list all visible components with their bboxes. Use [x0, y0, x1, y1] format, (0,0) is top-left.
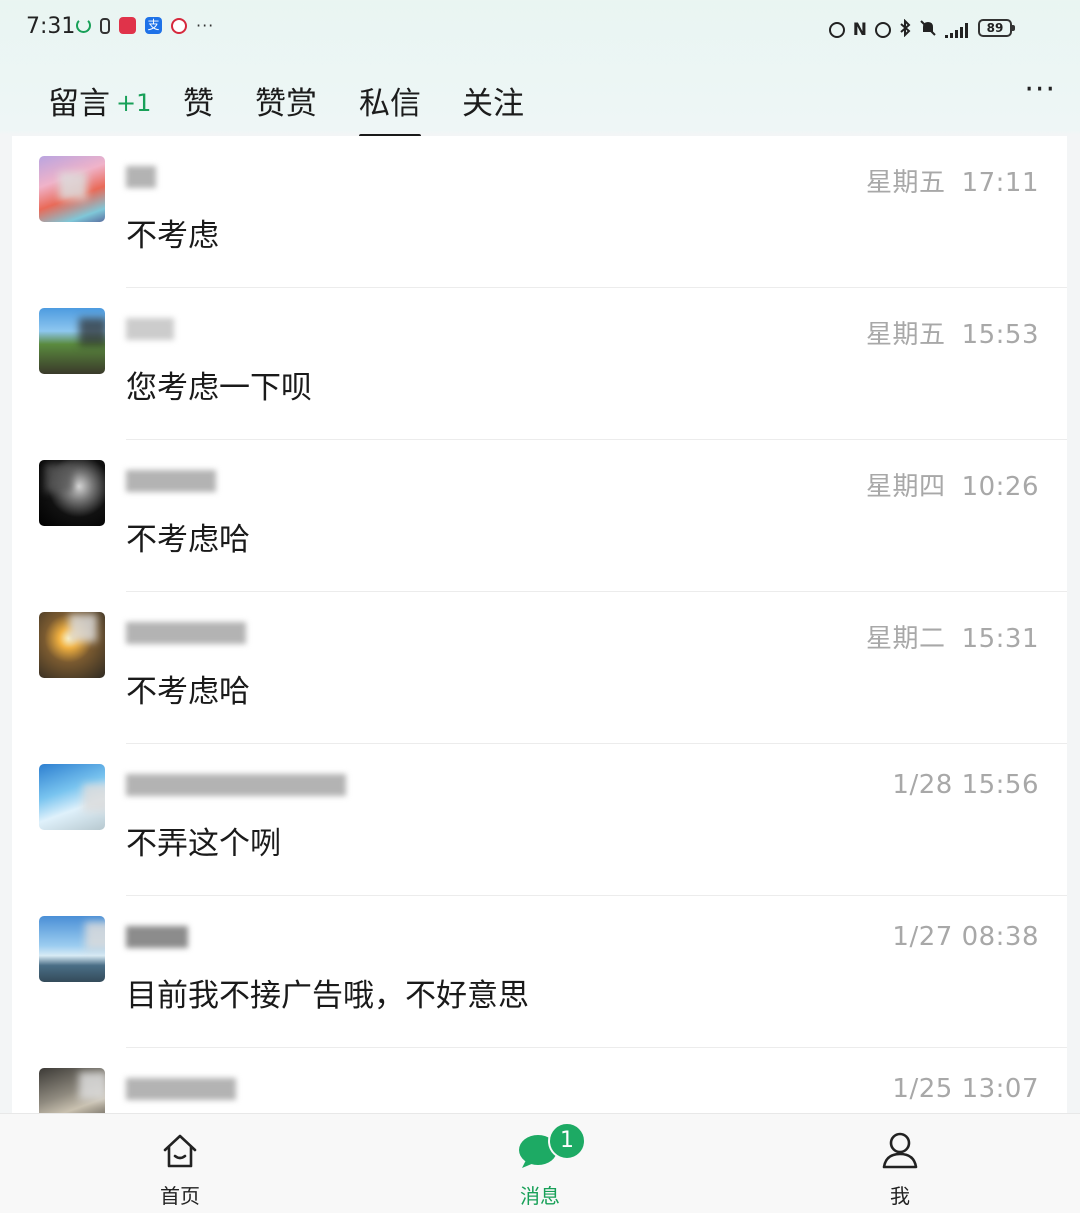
- tab-comments[interactable]: 留言 +1: [48, 78, 151, 123]
- conversation-row[interactable]: 星期五 17:11 不考虑: [12, 136, 1067, 288]
- alipay-icon: 支: [145, 17, 162, 34]
- avatar[interactable]: [39, 460, 105, 526]
- recycle-icon: [76, 18, 91, 33]
- conversation-row[interactable]: 1/25 13:07: [12, 1048, 1067, 1113]
- status-time: 7:31: [26, 14, 76, 39]
- conversation-list: 星期五 17:11 不考虑 星期五 15:53 您考虑一下呗 星期四 10:26 不考…: [12, 136, 1067, 1113]
- bottom-navigation: 首页 1 消息 我: [0, 1113, 1080, 1213]
- sender-name-blurred: [126, 1074, 236, 1104]
- conversation-row[interactable]: 1/27 08:38 目前我不接广告哦，不好意思: [12, 896, 1067, 1048]
- notification-icons: 支 ···: [76, 16, 214, 35]
- capsule-icon: [100, 17, 110, 34]
- battery-icon: 89: [978, 19, 1015, 37]
- mute-icon: [919, 19, 937, 41]
- sender-name-blurred: [126, 770, 346, 800]
- message-preview: 不考虑哈: [126, 522, 250, 558]
- avatar[interactable]: [39, 916, 105, 982]
- nfc-alt-icon: [828, 22, 845, 38]
- nav-messages[interactable]: 1 消息: [470, 1114, 610, 1213]
- conversation-row[interactable]: 星期五 15:53 您考虑一下呗: [12, 288, 1067, 440]
- sender-name-blurred: [126, 314, 174, 344]
- nav-label: 我: [890, 1184, 910, 1208]
- avatar[interactable]: [39, 764, 105, 830]
- tab-rewards[interactable]: 赞赏: [255, 78, 317, 123]
- nav-home[interactable]: 首页: [110, 1114, 250, 1213]
- message-preview: 您考虑一下呗: [126, 370, 312, 406]
- message-time: 1/28 15:56: [892, 770, 1039, 800]
- nav-label: 消息: [520, 1184, 560, 1208]
- message-preview: 不考虑: [126, 218, 219, 254]
- nfc-icon: N: [852, 20, 867, 40]
- avatar[interactable]: [39, 612, 105, 678]
- sender-name-blurred: [126, 466, 216, 496]
- conversation-row[interactable]: 1/28 15:56 不弄这个咧: [12, 744, 1067, 896]
- app-circle-icon: [171, 17, 187, 34]
- conversation-row[interactable]: 星期四 10:26 不考虑哈: [12, 440, 1067, 592]
- tab-likes[interactable]: 赞: [183, 78, 214, 123]
- nav-me[interactable]: 我: [830, 1114, 970, 1213]
- alarm-icon: [875, 22, 891, 38]
- nav-label: 首页: [160, 1184, 200, 1208]
- tab-private-messages[interactable]: 私信: [359, 78, 421, 138]
- avatar[interactable]: [39, 156, 105, 222]
- unread-badge: 1: [548, 1122, 586, 1160]
- sender-name-blurred: [126, 162, 156, 192]
- tab-follows[interactable]: 关注: [462, 78, 524, 123]
- message-time: 1/25 13:07: [892, 1074, 1039, 1104]
- person-icon: [882, 1132, 918, 1169]
- home-icon: [163, 1134, 197, 1168]
- app-red-icon: [119, 17, 136, 34]
- system-icons: N: [828, 18, 968, 41]
- avatar[interactable]: [39, 308, 105, 374]
- tab-label: 关注: [462, 86, 524, 122]
- avatar[interactable]: [39, 1068, 105, 1113]
- tab-label: 赞赏: [255, 86, 317, 122]
- message-preview: 不考虑哈: [126, 674, 250, 710]
- message-time: 1/27 08:38: [892, 922, 1039, 952]
- tab-badge: +1: [116, 89, 152, 117]
- message-preview: 不弄这个咧: [126, 826, 281, 862]
- tab-label: 私信: [359, 86, 421, 122]
- more-dots-icon: ···: [196, 16, 215, 35]
- sender-name-blurred: [126, 618, 246, 648]
- tab-label: 留言: [48, 86, 110, 122]
- bluetooth-icon: [899, 18, 911, 41]
- message-tabs: 留言 +1 赞 赞赏 私信 关注: [0, 70, 1080, 138]
- message-time: 星期五 15:53: [866, 320, 1039, 350]
- tab-label: 赞: [183, 86, 214, 122]
- conversation-row[interactable]: 星期二 15:31 不考虑哈: [12, 592, 1067, 744]
- sender-name-blurred: [126, 922, 188, 952]
- status-bar: 7:31 支 ··· N 89: [0, 0, 1080, 60]
- message-time: 星期二 15:31: [866, 624, 1039, 654]
- signal-icon: [945, 22, 968, 38]
- message-time: 星期五 17:11: [866, 168, 1039, 198]
- message-time: 星期四 10:26: [866, 472, 1039, 502]
- message-preview: 目前我不接广告哦，不好意思: [126, 978, 529, 1014]
- more-options-icon[interactable]: ···: [1024, 75, 1056, 105]
